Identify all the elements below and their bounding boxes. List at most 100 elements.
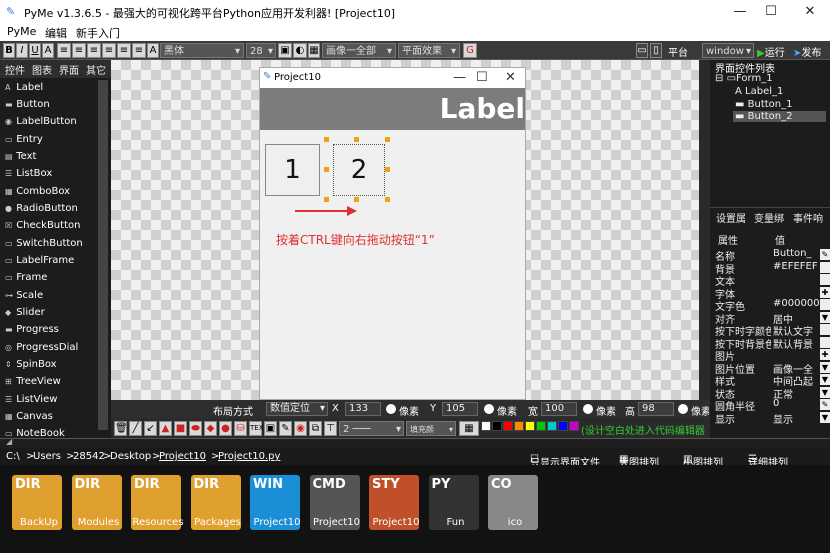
prop-edit-button[interactable]: ✚ bbox=[820, 286, 830, 298]
control-spinbox[interactable]: ⇕ SpinBox bbox=[5, 359, 57, 370]
color-swatch[interactable] bbox=[503, 421, 513, 431]
control-canvas[interactable]: ▦ Canvas bbox=[5, 411, 53, 422]
resize-handle[interactable] bbox=[385, 197, 390, 202]
tab-properties[interactable]: 设置属 bbox=[716, 210, 746, 225]
menu-pyme[interactable]: PyMe bbox=[7, 25, 36, 38]
underline-button[interactable]: U bbox=[29, 43, 41, 58]
color-swatch[interactable] bbox=[481, 421, 491, 431]
width-unit-radio[interactable] bbox=[583, 404, 593, 414]
resize-handle[interactable] bbox=[354, 197, 359, 202]
close-button[interactable]: ✕ bbox=[795, 2, 825, 22]
effect-select[interactable]: 平面效果 ▾ bbox=[398, 43, 460, 58]
menu-edit[interactable]: 编辑 bbox=[45, 25, 67, 41]
bold-button[interactable]: B bbox=[3, 43, 15, 58]
trash-icon[interactable]: 🗑 bbox=[114, 421, 128, 436]
color-swatch[interactable] bbox=[558, 421, 568, 431]
tab-charts[interactable]: 图表 bbox=[32, 62, 52, 77]
control-labelbutton[interactable]: ◉ LabelButton bbox=[5, 116, 77, 127]
line-icon[interactable]: ╱ bbox=[129, 421, 142, 436]
color-swatch[interactable] bbox=[569, 421, 579, 431]
color-swatch[interactable] bbox=[514, 421, 524, 431]
align-left-icon[interactable]: ≡ bbox=[57, 43, 71, 58]
image-tool-icon[interactable]: ▣ bbox=[264, 421, 277, 436]
clear-style-icon[interactable]: G bbox=[463, 43, 477, 58]
file-item[interactable]: STY Project10 bbox=[369, 475, 419, 530]
picture-icon[interactable]: ▦ bbox=[308, 43, 320, 58]
control-radiobutton[interactable]: ● RadioButton bbox=[5, 203, 78, 214]
prop-value[interactable]: 0 bbox=[773, 398, 819, 409]
path-users[interactable]: Users bbox=[33, 451, 61, 462]
form-minimize-button[interactable]: — bbox=[453, 70, 466, 85]
record-icon[interactable]: ◉ bbox=[294, 421, 307, 436]
menu-beginner[interactable]: 新手入门 bbox=[76, 25, 120, 41]
file-item[interactable]: DIR Packages bbox=[190, 475, 241, 530]
form-button-1[interactable]: 1 bbox=[265, 144, 320, 196]
control-notebook[interactable]: ▭ NoteBook bbox=[5, 428, 65, 438]
prop-edit-button[interactable] bbox=[820, 336, 830, 348]
prop-edit-button[interactable] bbox=[820, 299, 830, 310]
form-button-2[interactable]: 2 bbox=[333, 144, 385, 196]
control-progressdial[interactable]: ◎ ProgressDial bbox=[5, 342, 78, 353]
font-size-select[interactable]: 28 ▾ bbox=[246, 43, 276, 58]
color-swatch[interactable] bbox=[547, 421, 557, 431]
path-project[interactable]: Project10 bbox=[159, 451, 206, 462]
control-frame[interactable]: ▭ Frame bbox=[5, 272, 47, 283]
color-swatch[interactable] bbox=[492, 421, 502, 431]
y-unit-radio[interactable] bbox=[484, 404, 494, 414]
cylinder-icon[interactable]: ⛁ bbox=[234, 421, 247, 436]
align-justify-icon[interactable]: ≡ bbox=[102, 43, 116, 58]
control-progress[interactable]: ▬ Progress bbox=[5, 324, 59, 335]
path-user[interactable]: 28542 bbox=[73, 451, 105, 462]
prop-value[interactable]: Button_ bbox=[773, 248, 819, 259]
prop-edit-button[interactable]: ▼ bbox=[820, 361, 830, 373]
align-tool-icon[interactable]: ⊤ bbox=[324, 421, 337, 436]
prop-edit-button[interactable]: ✚ bbox=[820, 349, 830, 360]
prop-value[interactable]: #EFEFEF bbox=[773, 261, 819, 272]
tab-controls[interactable]: 控件 bbox=[5, 62, 25, 77]
x-unit-radio[interactable] bbox=[386, 404, 396, 414]
rectangle-icon[interactable]: ■ bbox=[174, 421, 187, 436]
fill-select[interactable]: 填充颜 ▾ bbox=[406, 421, 456, 436]
palette-icon[interactable]: ◐ bbox=[293, 43, 307, 58]
line-width-select[interactable]: 2 ─── ▾ bbox=[339, 421, 404, 436]
splitter[interactable]: ◢ bbox=[0, 437, 830, 448]
file-item[interactable]: CO ico bbox=[488, 475, 538, 530]
resize-handle[interactable] bbox=[354, 137, 359, 142]
minimize-button[interactable]: — bbox=[725, 2, 755, 22]
control-listbox[interactable]: ☰ ListBox bbox=[5, 168, 52, 179]
image-icon[interactable]: ▣ bbox=[278, 43, 292, 58]
file-item[interactable]: WIN Project10 bbox=[250, 475, 300, 530]
prop-edit-button[interactable]: ▼ bbox=[820, 411, 830, 423]
diamond-icon[interactable]: ◆ bbox=[204, 421, 217, 436]
resize-handle[interactable] bbox=[324, 197, 329, 202]
prop-edit-button[interactable]: ✎ bbox=[820, 399, 830, 410]
tab-events[interactable]: 事件响 bbox=[793, 210, 823, 225]
color-swatch[interactable] bbox=[536, 421, 546, 431]
prop-value[interactable]: #000000 bbox=[773, 298, 819, 309]
control-scale[interactable]: ⊶ Scale bbox=[5, 290, 43, 301]
canvas-scrollbar[interactable] bbox=[699, 60, 710, 400]
controls-scrollbar[interactable] bbox=[98, 80, 108, 430]
text-tool-icon[interactable]: TEX bbox=[249, 421, 264, 436]
font-select[interactable]: 黑体 ▾ bbox=[160, 43, 244, 58]
layout-mode-select[interactable]: 数值定位 ▾ bbox=[266, 402, 328, 416]
control-checkbutton[interactable]: ☒ CheckButton bbox=[5, 220, 80, 231]
form-maximize-button[interactable]: ☐ bbox=[476, 70, 488, 85]
file-item[interactable]: PY Fun bbox=[428, 475, 479, 530]
resize-handle[interactable] bbox=[385, 137, 390, 142]
resize-handle[interactable] bbox=[324, 137, 329, 142]
circle-icon[interactable]: ● bbox=[219, 421, 232, 436]
tab-interface[interactable]: 界面 bbox=[59, 62, 79, 77]
control-entry[interactable]: ▭ Entry bbox=[5, 134, 43, 145]
control-button[interactable]: ▬ Button bbox=[5, 99, 50, 110]
control-slider[interactable]: ◆ Slider bbox=[5, 307, 45, 318]
prop-value[interactable]: 默认背景 bbox=[773, 336, 819, 351]
align-bottom-icon[interactable]: ≡ bbox=[132, 43, 146, 58]
ellipse-icon[interactable]: ⬬ bbox=[189, 421, 202, 436]
tree-item-label[interactable]: A Label_1 bbox=[735, 86, 783, 97]
grid-icon[interactable]: ▦ bbox=[459, 421, 479, 436]
screen-icon[interactable]: ▭ bbox=[636, 43, 648, 58]
height-unit-radio[interactable] bbox=[678, 404, 688, 414]
triangle-icon[interactable]: ▲ bbox=[159, 421, 172, 436]
control-labelframe[interactable]: ▭ LabelFrame bbox=[5, 255, 74, 266]
